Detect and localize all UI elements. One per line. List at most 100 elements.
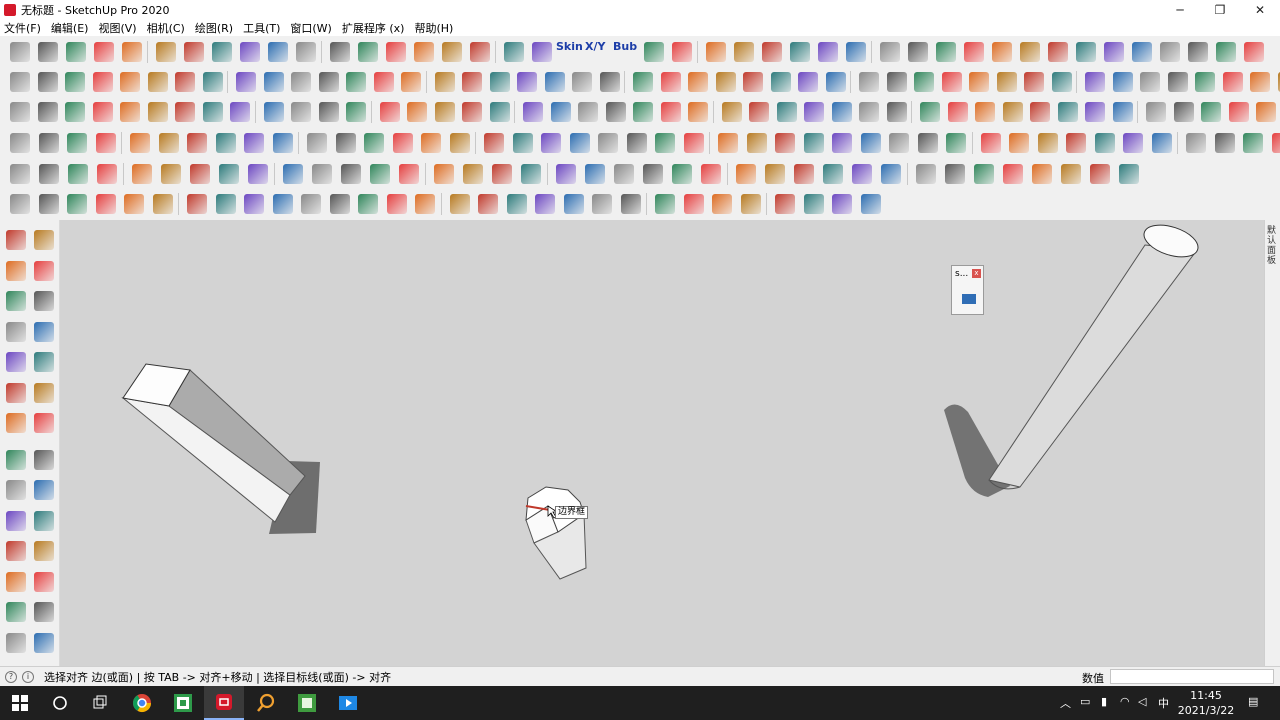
tb-row-0-tool-icon-35[interactable] [1020, 42, 1040, 62]
tb-row-1-tool-icon-33[interactable] [941, 72, 962, 92]
tb-row-4-tool-icon-11[interactable] [341, 164, 361, 184]
offset-tool-icon[interactable] [6, 413, 26, 433]
tb-row-5-tool-icon-19[interactable] [563, 194, 584, 214]
tb-row-3-tool-icon-8[interactable] [244, 133, 264, 153]
tb-row-3-tool-icon-27[interactable] [803, 133, 824, 153]
tape-tool-icon[interactable] [6, 541, 26, 561]
pan-tool-icon[interactable] [34, 602, 54, 622]
tb-row-1-tool-icon-15[interactable] [434, 72, 455, 92]
tb-row-4-tool-icon-24[interactable] [736, 164, 756, 184]
move-tool-icon[interactable] [6, 449, 26, 470]
tb-row-4-tool-icon-26[interactable] [794, 164, 814, 184]
tb-row-0-tool-icon-2[interactable] [66, 42, 86, 62]
tb-row-2-tool-icon-35[interactable] [1002, 102, 1023, 122]
menu-camera[interactable]: 相机(C) [147, 20, 185, 36]
tb-row-0-tool-icon-3[interactable] [94, 42, 114, 62]
tb-row-5-tool-icon-10[interactable] [301, 194, 321, 214]
tb-row-2-tool-icon-41[interactable] [1173, 102, 1194, 122]
tb-row-4-tool-icon-19[interactable] [585, 164, 605, 184]
tb-row-1-tool-icon-31[interactable] [886, 72, 907, 92]
tb-row-4-tool-icon-18[interactable] [556, 164, 576, 184]
tb-row-2-tool-icon-24[interactable] [688, 102, 708, 122]
tb-row-0-tool-icon-16[interactable] [470, 42, 490, 62]
tb-row-2-tool-icon-44[interactable] [1256, 102, 1276, 122]
tb-row-0-tool-icon-32[interactable] [936, 42, 956, 62]
tb-row-3-tool-icon-40[interactable] [1186, 133, 1206, 153]
tb-row-5-tool-icon-26[interactable] [775, 194, 795, 214]
tb-row-3-tool-icon-34[interactable] [1009, 133, 1029, 153]
tb-row-2-tool-icon-36[interactable] [1030, 102, 1050, 122]
bub-button[interactable]: Bub [613, 41, 637, 53]
tray-volume-icon[interactable]: ◁ [1138, 695, 1146, 708]
menu-window[interactable]: 窗口(W) [290, 20, 331, 36]
tb-row-3-tool-icon-43[interactable] [1271, 133, 1280, 153]
tb-row-0-tool-icon-24[interactable] [706, 42, 726, 62]
tb-row-4-tool-icon-9[interactable] [283, 164, 303, 184]
tb-row-2-tool-icon-1[interactable] [37, 102, 58, 122]
tb-row-5-tool-icon-28[interactable] [832, 194, 852, 214]
tb-row-2-tool-icon-15[interactable] [434, 102, 455, 122]
tb-row-0-tool-icon-10[interactable] [296, 42, 316, 62]
component-tool-icon[interactable] [34, 230, 54, 250]
follow-me-tool-icon[interactable] [34, 413, 54, 433]
freehand-tool-icon[interactable] [34, 291, 54, 311]
tb-row-2-tool-icon-19[interactable] [550, 102, 571, 122]
tb-row-0-tool-icon-39[interactable] [1132, 42, 1152, 62]
tb-row-1-tool-icon-30[interactable] [859, 72, 879, 92]
tb-row-0-tool-icon-40[interactable] [1160, 42, 1180, 62]
tb-row-3-tool-icon-36[interactable] [1066, 133, 1086, 153]
tb-row-1-tool-icon-4[interactable] [120, 72, 140, 92]
tb-row-3-tool-icon-14[interactable] [421, 133, 441, 153]
model-canvas[interactable] [60, 220, 1264, 666]
tb-row-4-tool-icon-27[interactable] [823, 164, 843, 184]
tray-network-icon[interactable]: ◠ [1120, 695, 1130, 708]
tb-row-5-tool-icon-2[interactable] [67, 194, 87, 214]
tb-row-5-tool-icon-23[interactable] [683, 194, 704, 214]
scale-tool-icon[interactable] [34, 480, 54, 500]
tb-row-2-tool-icon-34[interactable] [975, 102, 995, 122]
tb-row-3-tool-icon-32[interactable] [946, 133, 966, 153]
tb-row-2-tool-icon-2[interactable] [65, 102, 85, 122]
tb-row-1-tool-icon-13[interactable] [373, 72, 394, 92]
tb-row-2-tool-icon-9[interactable] [263, 102, 284, 122]
tb-row-0-tool-icon-6[interactable] [184, 42, 204, 62]
tb-row-3-tool-icon-20[interactable] [598, 133, 618, 153]
tb-row-1-tool-icon-34[interactable] [969, 72, 989, 92]
pie-tool-icon[interactable] [34, 382, 54, 403]
zoom-extents-tool-icon[interactable] [34, 632, 54, 653]
push-pull-tool-icon[interactable] [34, 449, 54, 470]
tb-row-3-tool-icon-6[interactable] [187, 133, 207, 153]
tb-row-3-tool-icon-19[interactable] [569, 133, 590, 153]
tb-row-2-tool-icon-12[interactable] [346, 102, 366, 122]
windows-start-button[interactable] [0, 686, 40, 720]
tb-row-2-tool-icon-3[interactable] [92, 102, 113, 122]
tb-row-5-tool-icon-12[interactable] [358, 194, 378, 214]
tb-row-0-tool-icon-36[interactable] [1048, 42, 1068, 62]
select-tool-icon[interactable] [6, 230, 26, 250]
tb-row-4-tool-icon-20[interactable] [614, 164, 634, 184]
tb-row-3-tool-icon-18[interactable] [541, 133, 561, 153]
tb-row-1-tool-icon-40[interactable] [1140, 72, 1160, 92]
tb-row-1-tool-icon-37[interactable] [1051, 72, 1072, 92]
tb-row-1-tool-icon-3[interactable] [92, 72, 113, 92]
tb-row-0-tool-icon-25[interactable] [734, 42, 754, 62]
tb-row-5-tool-icon-27[interactable] [803, 194, 824, 214]
tb-row-2-tool-icon-6[interactable] [175, 102, 195, 122]
tb-row-0-tool-icon-43[interactable] [1244, 42, 1264, 62]
floating-toolbar-chart-icon[interactable] [962, 294, 976, 304]
tb-row-4-tool-icon-7[interactable] [219, 164, 239, 184]
tb-row-0-tool-icon-29[interactable] [846, 42, 866, 62]
tb-row-0-tool-icon-34[interactable] [992, 42, 1012, 62]
tb-row-2-tool-icon-16[interactable] [462, 102, 482, 122]
tb-row-4-tool-icon-23[interactable] [701, 164, 721, 184]
tb-row-1-tool-icon-0[interactable] [10, 72, 30, 92]
tb-row-2-tool-icon-42[interactable] [1201, 102, 1221, 122]
taskbar-chrome[interactable] [122, 686, 162, 720]
tb-row-4-tool-icon-16[interactable] [492, 164, 512, 184]
tb-row-1-tool-icon-22[interactable] [633, 72, 653, 92]
taskbar-media-app[interactable] [328, 686, 368, 720]
tb-row-5-tool-icon-25[interactable] [740, 194, 761, 214]
tb-row-0-tool-icon-4[interactable] [122, 42, 142, 62]
tb-row-2-tool-icon-32[interactable] [920, 102, 940, 122]
geo-location-icon[interactable]: ? [5, 670, 17, 683]
